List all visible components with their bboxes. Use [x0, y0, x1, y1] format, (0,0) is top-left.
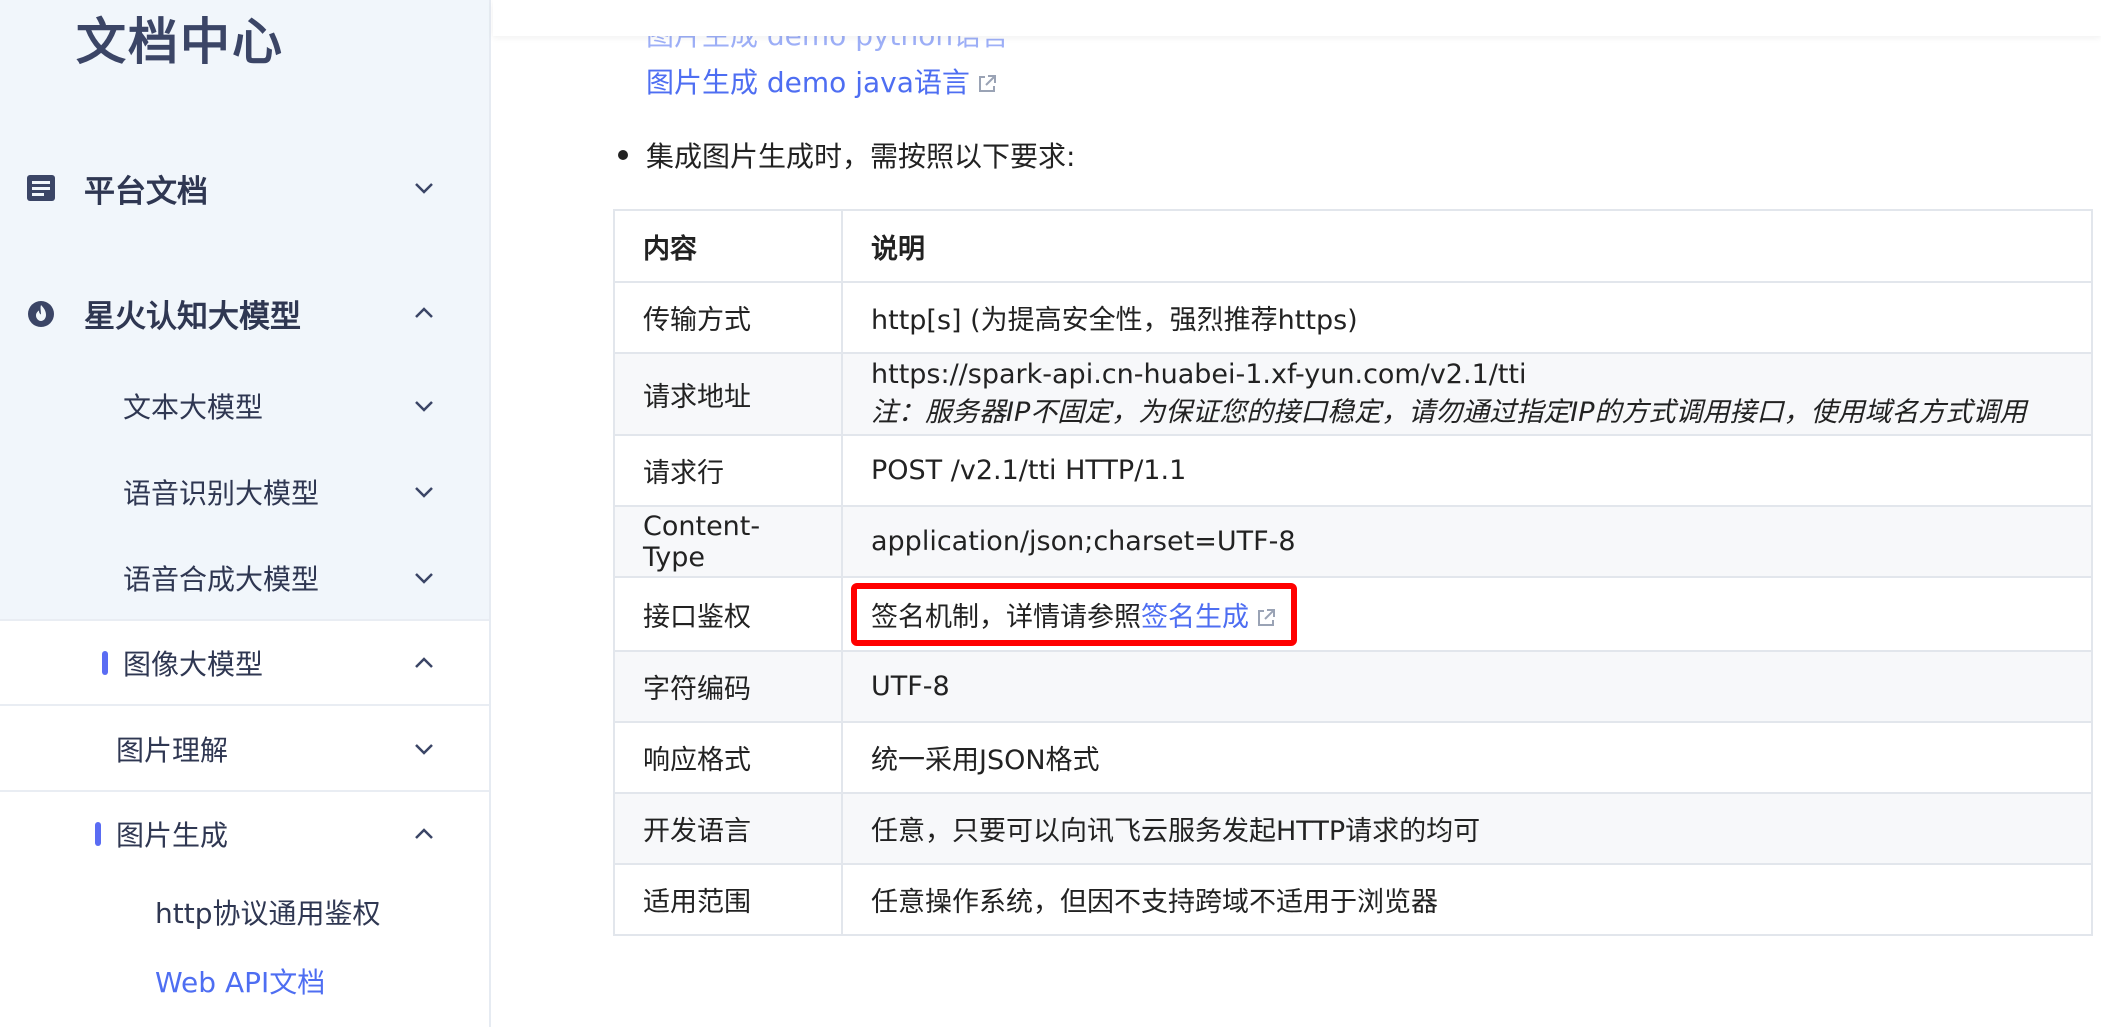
table-row: 开发语言 任意，只要可以向讯飞云服务发起HTTP请求的均可 [613, 792, 2093, 865]
requirements-text: 集成图片生成时，需按照以下要求: [646, 140, 1076, 173]
document-icon [27, 175, 55, 201]
nav-platform-docs[interactable]: 平台文档 [0, 158, 489, 218]
nav-http-auth[interactable]: http协议通用鉴权 [155, 892, 380, 932]
requirements-bullet: 集成图片生成时，需按照以下要求: [618, 135, 1075, 175]
chevron-down-icon [409, 563, 439, 593]
chevron-down-icon [409, 391, 439, 421]
chevron-down-icon [409, 477, 439, 507]
nav-text-model-label: 文本大模型 [123, 391, 264, 424]
request-url: https://spark-api.cn-huabei-1.xf-yun.com… [871, 359, 1527, 390]
active-indicator [102, 651, 108, 675]
table-cell-value: 任意操作系统，但因不支持跨域不适用于浏览器 [841, 863, 2093, 936]
divider [0, 619, 489, 621]
table-cell-key: 适用范围 [613, 863, 843, 936]
nav-text-model[interactable]: 文本大模型 [0, 378, 489, 434]
table-cell-value: 签名机制，详情请参照签名生成 [841, 576, 2093, 652]
top-header-bar [493, 0, 2101, 36]
request-url-note: 注：服务器IP不固定，为保证您的接口稳定，请勿通过指定IP的方式调用接口，使用域… [871, 397, 2027, 428]
nav-asr-model[interactable]: 语音识别大模型 [0, 464, 489, 520]
nav-image-generation-label: 图片生成 [116, 819, 229, 852]
table-row: 请求行 POST /v2.1/tti HTTP/1.1 [613, 434, 2093, 507]
table-header-row: 内容 说明 [613, 209, 2093, 283]
nav-tts-model-label: 语音合成大模型 [123, 563, 320, 596]
doc-center-title: 文档中心 [76, 13, 284, 71]
table-cell-value: https://spark-api.cn-huabei-1.xf-yun.com… [841, 352, 2093, 436]
table-cell-value: UTF-8 [841, 650, 2093, 723]
table-row: 请求地址 https://spark-api.cn-huabei-1.xf-yu… [613, 352, 2093, 436]
chevron-up-icon [409, 648, 439, 678]
external-link-icon [1258, 609, 1275, 626]
table-cell-key: 字符编码 [613, 650, 843, 723]
nav-web-api-doc[interactable]: Web API文档 [155, 961, 325, 1001]
nav-image-model[interactable]: 图像大模型 [0, 635, 489, 691]
table-cell-value: http[s] (为提高安全性，强烈推荐https) [841, 281, 2093, 354]
table-cell-key: 接口鉴权 [613, 576, 843, 652]
table-cell-key: Content-Type [613, 505, 843, 578]
active-indicator [95, 822, 101, 846]
nav-image-generation[interactable]: 图片生成 [0, 806, 489, 862]
bullet-dot [618, 150, 628, 160]
nav-image-model-label: 图像大模型 [123, 648, 264, 681]
flame-icon [28, 301, 54, 327]
table-row: 适用范围 任意操作系统，但因不支持跨域不适用于浏览器 [613, 863, 2093, 936]
demo-java-link-text: 图片生成 demo java语言 [646, 66, 970, 99]
external-link-icon [978, 75, 996, 92]
table-cell-key: 开发语言 [613, 792, 843, 865]
nav-spark-model-label: 星火认知大模型 [84, 298, 301, 335]
nav-platform-docs-label: 平台文档 [84, 173, 208, 210]
table-row: 响应格式 统一采用JSON格式 [613, 721, 2093, 794]
sidebar: 文档中心 平台文档 星火认知大模型 文本大模型 语音识别大模型 语音合成大模型 … [0, 0, 491, 1027]
table-cell-key: 请求地址 [613, 352, 843, 436]
table-row: 字符编码 UTF-8 [613, 650, 2093, 723]
chevron-down-icon [409, 173, 439, 203]
table-cell-key: 传输方式 [613, 281, 843, 354]
highlight-box: 签名机制，详情请参照签名生成 [851, 582, 1297, 646]
table-header-description: 说明 [841, 209, 2093, 283]
nav-asr-model-label: 语音识别大模型 [123, 477, 320, 510]
nav-image-understanding[interactable]: 图片理解 [0, 721, 489, 777]
table-row: 传输方式 http[s] (为提高安全性，强烈推荐https) [613, 281, 2093, 354]
divider [0, 704, 489, 706]
chevron-up-icon [409, 819, 439, 849]
table-cell-value: POST /v2.1/tti HTTP/1.1 [841, 434, 2093, 507]
divider [0, 790, 489, 792]
nav-image-understanding-label: 图片理解 [116, 734, 229, 767]
table-cell-value: 任意，只要可以向讯飞云服务发起HTTP请求的均可 [841, 792, 2093, 865]
table-cell-key: 请求行 [613, 434, 843, 507]
table-cell-value: application/json;charset=UTF-8 [841, 505, 2093, 578]
table-cell-value: 统一采用JSON格式 [841, 721, 2093, 794]
chevron-up-icon [409, 298, 439, 328]
table-header-content: 内容 [613, 209, 843, 283]
chevron-down-icon [409, 734, 439, 764]
nav-tts-model[interactable]: 语音合成大模型 [0, 550, 489, 606]
spec-table: 内容 说明 传输方式 http[s] (为提高安全性，强烈推荐https) 请求… [613, 209, 2093, 936]
auth-text: 签名机制，详情请参照 [871, 601, 1141, 633]
table-row: 接口鉴权 签名机制，详情请参照签名生成 [613, 576, 2093, 652]
table-cell-key: 响应格式 [613, 721, 843, 794]
signature-generation-link[interactable]: 签名生成 [1141, 602, 1249, 633]
nav-spark-model[interactable]: 星火认知大模型 [0, 283, 489, 343]
main-content: 图片生成 demo python语言 图片生成 demo java语言 集成图片… [493, 0, 2101, 1027]
table-row: Content-Type application/json;charset=UT… [613, 505, 2093, 578]
demo-java-link[interactable]: 图片生成 demo java语言 [646, 61, 998, 101]
